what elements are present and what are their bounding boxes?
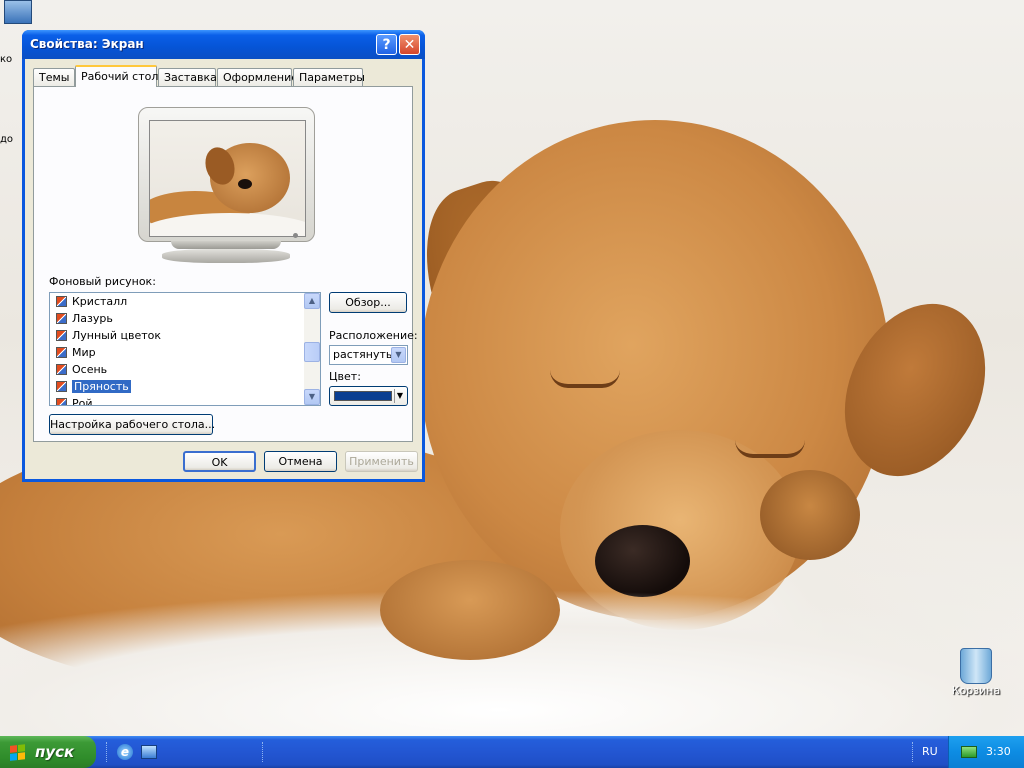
internet-explorer-icon[interactable]: e: [117, 744, 133, 760]
tab-appearance[interactable]: Оформление: [217, 68, 298, 86]
desktop-icon-my-computer[interactable]: [0, 0, 40, 24]
start-label: пуск: [35, 743, 75, 761]
puppy-eye-right: [735, 440, 805, 458]
desktop-icon-label-partial: ко: [0, 54, 13, 65]
chevron-down-icon[interactable]: ▼: [391, 347, 406, 363]
scroll-down-icon[interactable]: ▼: [304, 389, 320, 405]
position-select[interactable]: растянуть ▼: [329, 345, 408, 365]
monitor-stand: [171, 241, 281, 249]
list-item-selected[interactable]: Пряность: [50, 378, 320, 395]
close-button[interactable]: ✕: [399, 34, 420, 55]
recycle-bin-icon: [960, 648, 992, 684]
bitmap-icon: [56, 296, 67, 307]
toolbar-grip[interactable]: [912, 742, 916, 762]
list-item[interactable]: Рой: [50, 395, 320, 405]
desktop-icon-recycle-bin[interactable]: Корзина: [946, 648, 1006, 697]
tab-desktop[interactable]: Рабочий стол: [75, 65, 158, 87]
computer-icon: [4, 0, 32, 24]
bitmap-icon: [56, 347, 67, 358]
puppy-nose: [595, 525, 690, 597]
bitmap-icon: [56, 313, 67, 324]
power-led: [293, 233, 298, 238]
clock[interactable]: 3:30: [986, 745, 1011, 758]
toolbar-grip[interactable]: [262, 742, 266, 762]
background-label: Фоновый рисунок:: [49, 275, 156, 288]
customize-desktop-button[interactable]: Настройка рабочего стола...: [49, 414, 215, 435]
position-value: растянуть: [333, 348, 393, 361]
dialog-client-area: Темы Рабочий стол Заставка Оформление Па…: [25, 59, 422, 479]
desktop-tab-panel: Фоновый рисунок: Кристалл Лазурь Лунный …: [33, 86, 418, 442]
background-listbox[interactable]: Кристалл Лазурь Лунный цветок Мир Осень …: [49, 292, 321, 406]
color-picker-button[interactable]: ▼: [329, 386, 408, 406]
position-label: Расположение:: [329, 329, 418, 342]
bitmap-icon: [56, 330, 67, 341]
start-button[interactable]: пуск: [0, 736, 96, 768]
window-title: Свойства: Экран: [30, 37, 144, 51]
list-item[interactable]: Лазурь: [50, 310, 320, 327]
puppy-paw-left: [380, 560, 560, 660]
windows-logo-icon: [10, 744, 26, 762]
browse-button[interactable]: Обзор...: [329, 292, 407, 313]
title-bar[interactable]: Свойства: Экран ? ✕: [22, 30, 425, 59]
list-item[interactable]: Кристалл: [50, 293, 320, 310]
wallpaper-preview: [149, 120, 306, 237]
tab-settings[interactable]: Параметры: [293, 68, 365, 86]
question-icon: ?: [382, 37, 391, 53]
toolbar-grip[interactable]: [106, 742, 110, 762]
monitor-base: [162, 249, 290, 263]
apply-button[interactable]: Применить: [345, 451, 418, 472]
list-item[interactable]: Осень: [50, 361, 320, 378]
list-item[interactable]: Мир: [50, 344, 320, 361]
puppy-eye-left: [550, 370, 620, 388]
system-tray: 3:30: [948, 736, 1024, 768]
bitmap-icon: [56, 398, 67, 405]
list-scrollbar[interactable]: ▲ ▼: [304, 293, 320, 405]
color-label: Цвет:: [329, 370, 361, 383]
dropdown-arrow-icon: ▼: [394, 389, 405, 403]
recycle-bin-label: Корзина: [951, 684, 1001, 697]
taskbar: пуск e RU 3:30: [0, 736, 1024, 768]
bitmap-icon: [56, 364, 67, 375]
list-item[interactable]: Лунный цветок: [50, 327, 320, 344]
ok-button[interactable]: OK: [183, 451, 256, 472]
display-properties-dialog: Свойства: Экран ? ✕ Темы Рабочий стол За…: [22, 30, 425, 482]
help-button[interactable]: ?: [376, 34, 397, 55]
show-desktop-icon[interactable]: [141, 745, 157, 759]
puppy-paw-right: [760, 470, 860, 560]
scroll-up-icon[interactable]: ▲: [304, 293, 320, 309]
close-icon: ✕: [403, 37, 416, 53]
monitor-preview: [138, 107, 315, 242]
language-indicator[interactable]: RU: [922, 745, 938, 758]
color-swatch: [334, 391, 392, 401]
scroll-thumb[interactable]: [304, 342, 320, 362]
bitmap-icon: [56, 381, 67, 392]
tab-screensaver[interactable]: Заставка: [158, 68, 217, 86]
desktop-icon-label-partial-2: до: [0, 134, 14, 145]
tab-themes[interactable]: Темы: [33, 68, 75, 86]
cancel-button[interactable]: Отмена: [264, 451, 337, 472]
network-icon[interactable]: [961, 746, 977, 758]
